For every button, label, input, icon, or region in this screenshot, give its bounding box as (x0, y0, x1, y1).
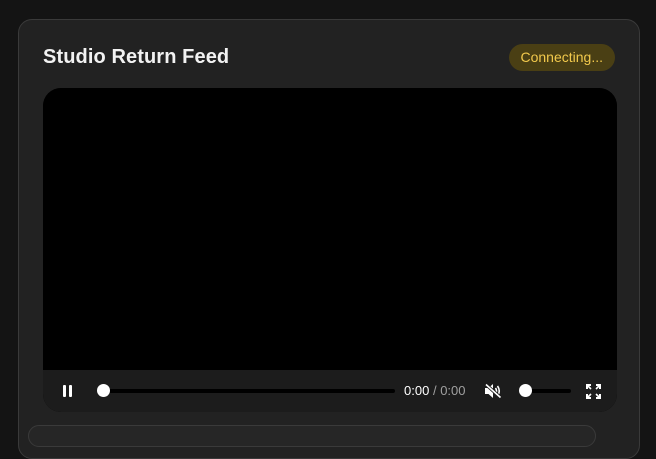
current-time: 0:00 (404, 383, 430, 398)
seek-thumb[interactable] (96, 384, 110, 397)
card-title: Studio Return Feed (43, 46, 230, 68)
status-badge: Connecting... (508, 44, 615, 71)
volume-thumb[interactable] (518, 384, 532, 397)
duration: 0:00 (440, 383, 466, 398)
card-header: Studio Return Feed Connecting... (43, 44, 615, 74)
next-card (28, 425, 596, 447)
video-surface[interactable] (43, 88, 617, 370)
mute-button[interactable] (483, 370, 503, 412)
time-display: 0:00 / 0:00 (404, 370, 466, 412)
video-controls: 0:00 / 0:00 (43, 370, 617, 412)
pause-button[interactable] (57, 370, 77, 412)
seek-bar[interactable] (97, 389, 395, 393)
pause-icon (61, 385, 73, 397)
fullscreen-icon (585, 383, 601, 399)
volume-muted-icon (484, 383, 502, 399)
fullscreen-button[interactable] (583, 370, 603, 412)
video-player[interactable]: 0:00 / 0:00 (43, 88, 617, 412)
time-separator: / (432, 383, 437, 398)
stream-card: Studio Return Feed Connecting... 0:00 / … (18, 19, 640, 459)
